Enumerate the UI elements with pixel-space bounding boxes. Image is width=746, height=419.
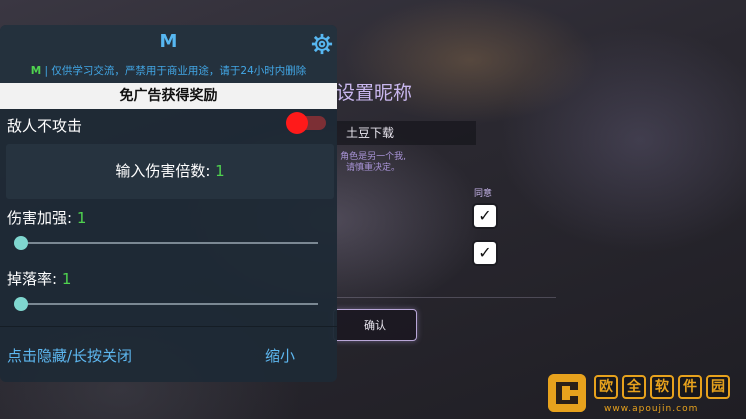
agree-label: 同意 bbox=[474, 189, 493, 199]
ad-free-reward-button[interactable]: 免广告获得奖励 bbox=[0, 83, 337, 109]
watermark-char: 欧 bbox=[594, 375, 618, 399]
hint-line-1: 角色是另一个我, bbox=[340, 152, 406, 162]
damage-boost-label: 伤害加强: bbox=[7, 209, 77, 227]
watermark-char: 全 bbox=[622, 375, 646, 399]
agree-checkbox-2[interactable]: ✓ bbox=[474, 242, 496, 264]
watermark-logo bbox=[548, 374, 586, 412]
footer-divider bbox=[0, 326, 337, 327]
drop-rate-row: 掉落率: 1 bbox=[7, 268, 71, 289]
damage-boost-slider-thumb[interactable] bbox=[14, 236, 28, 250]
hint-line-2: 请慎重决定。 bbox=[345, 163, 400, 173]
watermark-text: 欧 全 软 件 园 bbox=[594, 375, 730, 399]
watermark-char: 件 bbox=[678, 375, 702, 399]
background-divider bbox=[336, 297, 556, 298]
enemy-no-attack-label: 敌人不攻击 bbox=[7, 117, 83, 135]
watermark-char: 园 bbox=[706, 375, 730, 399]
hide-close-button[interactable]: 点击隐藏/长按关闭 bbox=[7, 345, 132, 366]
confirm-button[interactable]: 确认 bbox=[333, 309, 417, 341]
enemy-no-attack-toggle-knob[interactable] bbox=[286, 112, 308, 134]
agree-checkbox-1[interactable]: ✓ bbox=[474, 205, 496, 227]
minimize-button[interactable]: 缩小 bbox=[265, 345, 295, 366]
nickname-title: 设置昵称 bbox=[336, 82, 413, 104]
drop-rate-label: 掉落率: bbox=[7, 270, 62, 288]
mod-menu-title: M bbox=[159, 31, 178, 52]
notice-prefix: M bbox=[30, 65, 42, 77]
damage-boost-value: 1 bbox=[76, 209, 87, 227]
gear-icon[interactable] bbox=[311, 33, 333, 55]
watermark-url: www.apoujin.com bbox=[604, 404, 699, 414]
drop-rate-slider[interactable] bbox=[20, 303, 318, 305]
damage-boost-slider[interactable] bbox=[20, 242, 318, 244]
nickname-input[interactable]: 土豆下载 bbox=[336, 121, 476, 145]
damage-boost-row: 伤害加强: 1 bbox=[7, 207, 86, 228]
damage-multiplier-value: 1 bbox=[215, 162, 225, 180]
mod-menu-panel: M M | 仅供学习交流，严禁用于商业用途，请于24小时内删除 免广告获得奖励 … bbox=[0, 25, 337, 382]
drop-rate-value: 1 bbox=[61, 270, 72, 288]
watermark-char: 软 bbox=[650, 375, 674, 399]
drop-rate-slider-thumb[interactable] bbox=[14, 297, 28, 311]
nickname-hint: 角色是另一个我, 请慎重决定。 bbox=[336, 152, 410, 174]
usage-notice: M | 仅供学习交流，严禁用于商业用途，请于24小时内删除 bbox=[0, 63, 337, 78]
damage-multiplier-input[interactable]: 输入伤害倍数: 1 bbox=[6, 144, 334, 199]
damage-multiplier-label: 输入伤害倍数: bbox=[115, 162, 216, 180]
mod-menu-header: M M | 仅供学习交流，严禁用于商业用途，请于24小时内删除 bbox=[0, 25, 337, 83]
notice-text: | 仅供学习交流，严禁用于商业用途，请于24小时内删除 bbox=[41, 65, 307, 77]
